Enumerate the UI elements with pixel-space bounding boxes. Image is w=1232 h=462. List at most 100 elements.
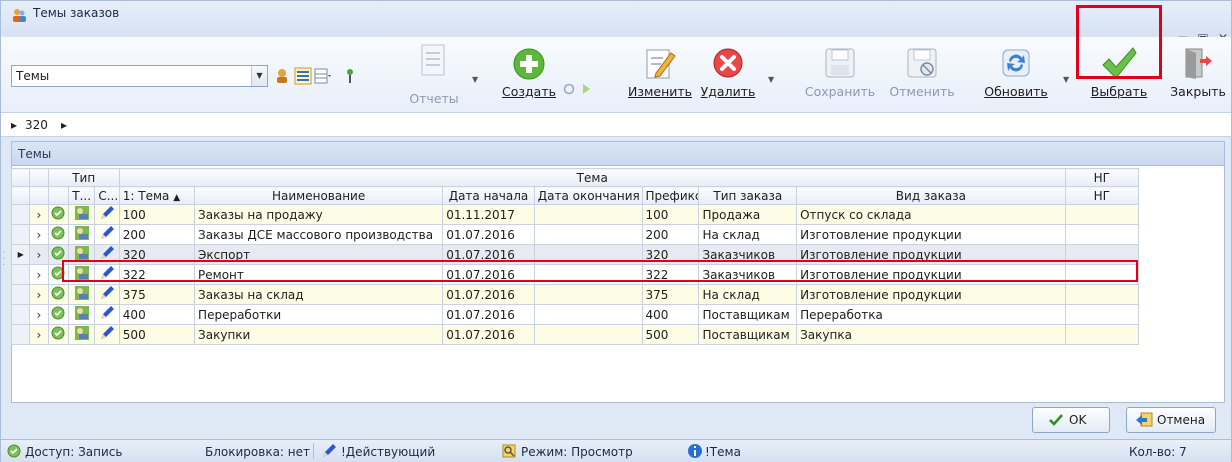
band-theme[interactable]: Тема xyxy=(118,168,1066,187)
cell-name[interactable]: Переработки xyxy=(194,304,444,325)
cell-theme[interactable]: 500 xyxy=(118,324,196,345)
cell-ng[interactable] xyxy=(1064,244,1140,265)
expand-row-icon[interactable]: › xyxy=(29,204,49,225)
expand-row-icon[interactable]: › xyxy=(29,284,49,305)
cell-theme[interactable]: 100 xyxy=(118,204,196,225)
ok-button[interactable]: OK xyxy=(1032,407,1110,433)
row-indicator[interactable] xyxy=(10,284,31,305)
cell-ng[interactable] xyxy=(1064,224,1140,245)
table-row-selected[interactable]: ▶ › 320 Экспорт 01.07.2016 320 Заказчико… xyxy=(10,244,1140,265)
cell-order-kind[interactable]: Изготовление продукции xyxy=(796,244,1066,265)
status-col-header[interactable] xyxy=(47,186,69,205)
cell-ng[interactable] xyxy=(1064,204,1140,225)
cell-prefix[interactable]: 400 xyxy=(641,304,700,325)
cell-end[interactable] xyxy=(533,244,643,265)
reports-dropdown-icon[interactable]: ▼ xyxy=(472,75,480,84)
cell-order-kind[interactable]: Изготовление продукции xyxy=(796,224,1066,245)
cell-order-kind[interactable]: Изготовление продукции xyxy=(796,284,1066,305)
col-header-t[interactable]: Т... xyxy=(67,186,96,205)
row-indicator[interactable] xyxy=(10,324,31,345)
refresh-dropdown-icon[interactable]: ▼ xyxy=(1063,75,1071,84)
refresh-button[interactable]: Обновить xyxy=(983,37,1049,113)
cell-prefix[interactable]: 375 xyxy=(641,284,700,305)
cell-order-type[interactable]: На склад xyxy=(698,284,798,305)
cell-order-type[interactable]: Заказчиков xyxy=(698,264,798,285)
table-row[interactable]: › 400 Переработки 01.07.2016 400 Поставщ… xyxy=(10,304,1140,325)
breadcrumb-item[interactable]: 320 xyxy=(25,118,48,132)
cell-end[interactable] xyxy=(533,304,643,325)
cell-name[interactable]: Заказы на продажу xyxy=(194,204,444,225)
col-header-c[interactable]: С... xyxy=(94,186,120,205)
expand-row-icon[interactable]: › xyxy=(29,264,49,285)
col-header-order-type[interactable]: Тип заказа xyxy=(698,186,798,205)
reports-button[interactable]: Отчеты xyxy=(409,37,459,113)
cell-name[interactable]: Заказы на склад xyxy=(194,284,444,305)
expand-row-icon[interactable]: › xyxy=(29,324,49,345)
cell-theme[interactable]: 375 xyxy=(118,284,196,305)
col-header-ng[interactable]: НГ xyxy=(1064,186,1140,205)
view-combo[interactable]: Темы ▼ xyxy=(11,65,268,87)
col-header-order-kind[interactable]: Вид заказа xyxy=(796,186,1066,205)
create-button[interactable]: Создать xyxy=(499,37,559,113)
table-row[interactable]: › 200 Заказы ДСЕ массового производства … xyxy=(10,224,1140,245)
row-indicator[interactable] xyxy=(10,204,31,225)
table-row[interactable]: › 100 Заказы на продажу 01.11.2017 100 П… xyxy=(10,204,1140,225)
cell-order-type[interactable]: Заказчиков xyxy=(698,244,798,265)
current-row-indicator-icon[interactable]: ▶ xyxy=(10,244,31,265)
cell-prefix[interactable]: 320 xyxy=(641,244,700,265)
cell-ng[interactable] xyxy=(1064,284,1140,305)
cell-start[interactable]: 01.07.2016 xyxy=(442,264,535,285)
cell-name[interactable]: Ремонт xyxy=(194,264,444,285)
cell-end[interactable] xyxy=(533,284,643,305)
cell-ng[interactable] xyxy=(1064,304,1140,325)
cell-order-kind[interactable]: Изготовление продукции xyxy=(796,264,1066,285)
cell-theme[interactable]: 322 xyxy=(118,264,196,285)
cell-theme[interactable]: 400 xyxy=(118,304,196,325)
cell-start[interactable]: 01.11.2017 xyxy=(442,204,535,225)
breadcrumb-next-icon[interactable]: ▸ xyxy=(61,118,67,132)
table-row[interactable]: › 375 Заказы на склад 01.07.2016 375 На … xyxy=(10,284,1140,305)
table-row[interactable]: › 500 Закупки 01.07.2016 500 Поставщикам… xyxy=(10,324,1140,345)
cell-name[interactable]: Экспорт xyxy=(194,244,444,265)
cell-start[interactable]: 01.07.2016 xyxy=(442,284,535,305)
cell-prefix[interactable]: 200 xyxy=(641,224,700,245)
table-row[interactable]: › 322 Ремонт 01.07.2016 322 Заказчиков И… xyxy=(10,264,1140,285)
cell-order-type[interactable]: Поставщикам xyxy=(698,304,798,325)
delete-dropdown-icon[interactable]: ▼ xyxy=(768,75,776,84)
copy-arrow-icon[interactable] xyxy=(563,82,593,96)
cell-theme[interactable]: 320 xyxy=(118,244,196,265)
band-ng[interactable]: НГ xyxy=(1064,168,1140,187)
cell-ng[interactable] xyxy=(1064,324,1140,345)
edit-button[interactable]: Изменить xyxy=(623,37,697,113)
col-header-theme[interactable]: 1: Тема ▲ xyxy=(118,186,196,205)
cell-prefix[interactable]: 322 xyxy=(641,264,700,285)
cell-end[interactable] xyxy=(533,324,643,345)
expand-row-icon[interactable]: › xyxy=(29,244,49,265)
cell-start[interactable]: 01.07.2016 xyxy=(442,244,535,265)
col-header-end[interactable]: Дата окончания xyxy=(533,186,643,205)
cell-order-kind[interactable]: Отпуск со склада xyxy=(796,204,1066,225)
cell-order-kind[interactable]: Закупка xyxy=(796,324,1066,345)
pin-icon[interactable] xyxy=(341,67,359,85)
band-type[interactable]: Тип xyxy=(47,168,120,187)
cell-start[interactable]: 01.07.2016 xyxy=(442,224,535,245)
cell-prefix[interactable]: 100 xyxy=(641,204,700,225)
close-button[interactable]: Закрыть xyxy=(1165,37,1231,113)
filter-user-icon[interactable] xyxy=(273,67,291,85)
cell-name[interactable]: Закупки xyxy=(194,324,444,345)
delete-button[interactable]: Удалить xyxy=(699,37,757,113)
cell-order-type[interactable]: Поставщикам xyxy=(698,324,798,345)
breadcrumb-expand-icon[interactable]: ▸ xyxy=(11,118,17,132)
row-indicator[interactable] xyxy=(10,264,31,285)
cell-end[interactable] xyxy=(533,224,643,245)
cancel-edit-button[interactable]: Отменить xyxy=(887,37,957,113)
col-header-prefix[interactable]: Префикс xyxy=(641,186,700,205)
cell-ng[interactable] xyxy=(1064,264,1140,285)
splitter-grip[interactable]: · · · xyxy=(2,249,8,271)
cell-start[interactable]: 01.07.2016 xyxy=(442,324,535,345)
cell-prefix[interactable]: 500 xyxy=(641,324,700,345)
grid-view-icon[interactable] xyxy=(314,67,332,85)
row-indicator[interactable] xyxy=(10,224,31,245)
chevron-down-icon[interactable]: ▼ xyxy=(251,66,267,86)
cell-order-type[interactable]: На склад xyxy=(698,224,798,245)
